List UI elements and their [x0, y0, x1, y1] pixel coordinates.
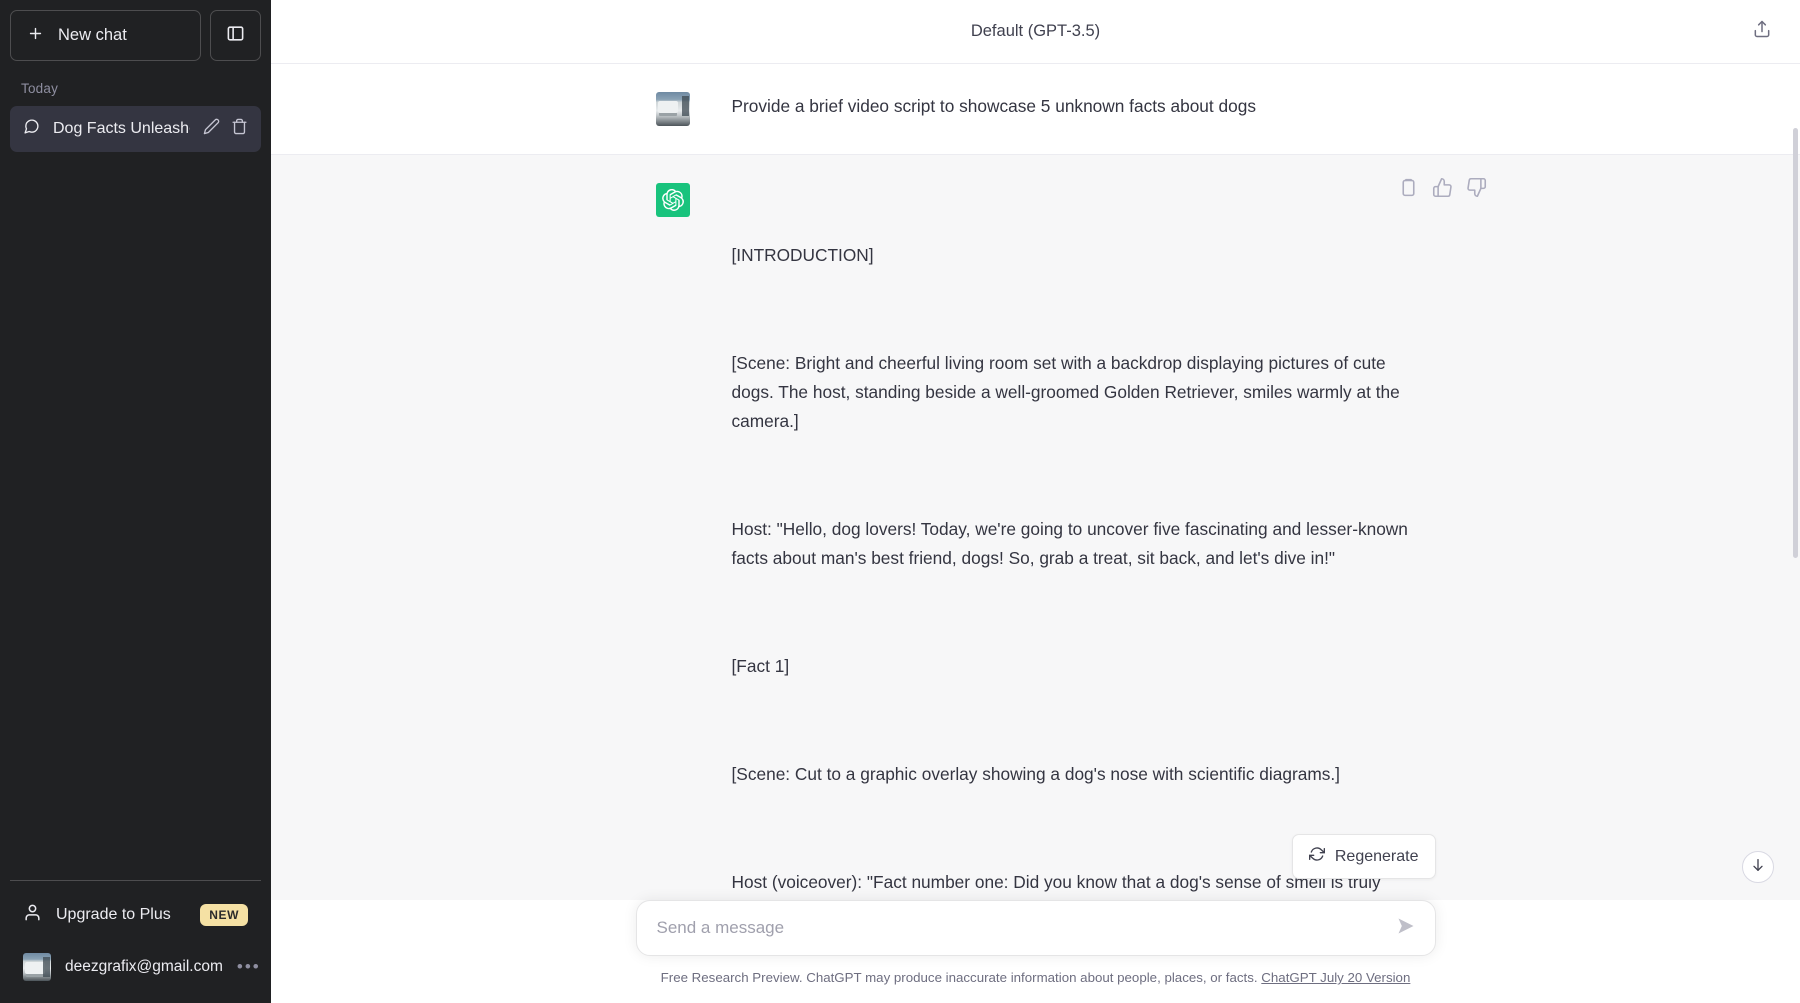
send-paper-plane-icon — [1396, 916, 1416, 941]
ellipsis-icon[interactable]: ••• — [237, 957, 261, 977]
pencil-icon[interactable] — [203, 118, 220, 140]
history-section-label: Today — [21, 81, 59, 96]
send-button[interactable] — [1393, 915, 1419, 941]
assistant-paragraph: [Fact 1] — [731, 656, 790, 676]
message-row-assistant: [INTRODUCTION] [Scene: Bright and cheerf… — [271, 155, 1800, 900]
arrow-down-icon — [1750, 857, 1766, 878]
sidebar-header: New chat — [10, 10, 261, 61]
sidebar: New chat Today Dog Facts Unleashed — [0, 0, 271, 1003]
assistant-paragraph: [Scene: Bright and cheerful living room … — [731, 353, 1405, 431]
composer-area: Regenerate Free Research Preview. Ch — [271, 834, 1800, 1003]
assistant-message-text: [INTRODUCTION] [Scene: Bright and cheerf… — [732, 183, 1416, 900]
user-photo-avatar — [23, 953, 51, 981]
sidebar-footer: Upgrade to Plus NEW deezgrafix@gmail.com… — [10, 880, 261, 993]
chat-item-actions — [203, 118, 248, 140]
message-inner: [INTRODUCTION] [Scene: Bright and cheerf… — [655, 155, 1486, 900]
message-body: Provide a brief video script to showcase… — [732, 92, 1416, 126]
assistant-paragraph: [INTRODUCTION] — [731, 245, 874, 265]
openai-logo-icon — [655, 183, 690, 217]
assistant-paragraph: [Scene: Cut to a graphic overlay showing… — [731, 764, 1340, 784]
share-upload-icon — [1752, 19, 1772, 44]
thumbs-down-icon[interactable] — [1466, 177, 1488, 199]
message-row-user: Provide a brief video script to showcase… — [271, 64, 1800, 155]
sidebar-toggle-button[interactable] — [210, 10, 261, 61]
new-chat-label: New chat — [58, 26, 127, 44]
user-photo-avatar — [655, 92, 690, 126]
top-bar: Default (GPT-3.5) — [271, 0, 1800, 64]
regenerate-label: Regenerate — [1334, 847, 1419, 865]
message-action-bar — [1398, 177, 1488, 199]
upgrade-to-plus-label: Upgrade to Plus — [56, 906, 171, 923]
thumbs-up-icon[interactable] — [1432, 177, 1454, 199]
message-input[interactable] — [656, 918, 1387, 938]
assistant-paragraph: Host: "Hello, dog lovers! Today, we're g… — [731, 519, 1413, 568]
chatgpt-app: New chat Today Dog Facts Unleashed — [0, 0, 1800, 1003]
footer-text: Free Research Preview. ChatGPT may produ… — [660, 970, 1258, 985]
version-link[interactable]: ChatGPT July 20 Version — [1261, 970, 1410, 985]
regenerate-button[interactable]: Regenerate — [1291, 834, 1436, 879]
copy-icon[interactable] — [1398, 177, 1420, 199]
new-badge: NEW — [200, 904, 248, 926]
message-composer[interactable] — [635, 900, 1436, 956]
chat-history-item[interactable]: Dog Facts Unleashed — [10, 106, 261, 152]
trash-icon[interactable] — [231, 118, 248, 140]
main-panel: Default (GPT-3.5) Provide a brief video … — [271, 0, 1800, 1003]
share-button[interactable] — [1746, 16, 1778, 48]
thread-scrollbar[interactable] — [1793, 128, 1798, 558]
chat-bubble-icon — [23, 118, 40, 140]
user-person-icon — [23, 903, 42, 927]
user-message-text: Provide a brief video script to showcase… — [731, 96, 1257, 116]
message-thread[interactable]: Provide a brief video script to showcase… — [271, 64, 1800, 900]
chat-history-item-title: Dog Facts Unleashed — [53, 120, 190, 137]
scroll-to-bottom-button[interactable] — [1742, 851, 1774, 883]
new-chat-button[interactable]: New chat — [10, 10, 201, 61]
message-inner: Provide a brief video script to showcase… — [655, 64, 1416, 154]
message-body: [INTRODUCTION] [Scene: Bright and cheerf… — [732, 183, 1416, 900]
model-title: Default (GPT-3.5) — [970, 22, 1101, 40]
chat-history-list[interactable]: Today Dog Facts Unleashed — [10, 75, 261, 880]
footer-disclaimer: Free Research Preview. ChatGPT may produ… — [271, 970, 1800, 985]
user-account-button[interactable]: deezgrafix@gmail.com ••• — [10, 941, 261, 993]
refresh-icon — [1308, 846, 1325, 867]
sidebar-panel-icon — [226, 24, 245, 48]
user-email-label: deezgrafix@gmail.com — [65, 958, 223, 975]
upgrade-to-plus-button[interactable]: Upgrade to Plus NEW — [10, 889, 261, 941]
plus-icon — [27, 25, 44, 47]
